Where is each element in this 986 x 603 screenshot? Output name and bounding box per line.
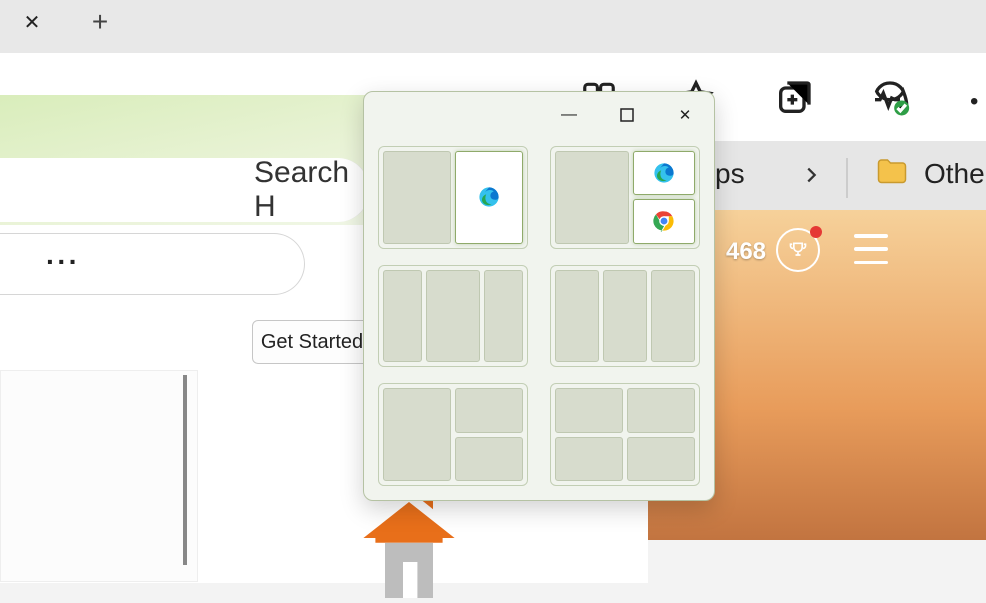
chevron-right-icon[interactable] xyxy=(800,160,822,198)
performance-icon[interactable] xyxy=(870,78,910,123)
new-tab-button[interactable]: + xyxy=(80,2,120,42)
snap-layouts-popup: — ✕ xyxy=(363,91,715,501)
snap-zone[interactable] xyxy=(555,270,599,363)
get-started-button[interactable]: Get Started xyxy=(252,320,372,364)
snap-zone[interactable] xyxy=(383,388,451,481)
other-bookmarks-label[interactable]: Othe xyxy=(924,158,985,190)
folder-icon[interactable] xyxy=(874,154,910,190)
hamburger-line xyxy=(854,247,888,251)
snap-zone[interactable] xyxy=(455,437,523,481)
edge-icon xyxy=(653,162,675,184)
page-preview xyxy=(0,370,198,582)
close-icon: ✕ xyxy=(679,106,692,124)
snap-zone[interactable] xyxy=(555,151,629,244)
more-button[interactable]: ··· xyxy=(46,246,80,278)
snap-zone[interactable] xyxy=(603,270,647,363)
close-tab-button[interactable]: ✕ xyxy=(18,8,46,36)
snap-zone[interactable] xyxy=(383,270,422,363)
get-started-label: Get Started xyxy=(261,331,363,354)
hamburger-line xyxy=(854,234,888,238)
minimize-button[interactable]: — xyxy=(540,92,598,138)
maximize-button[interactable] xyxy=(598,92,656,138)
snap-zone[interactable] xyxy=(627,437,695,481)
snap-layout-3colnarrow xyxy=(550,265,700,368)
snap-zone[interactable] xyxy=(555,437,623,481)
snap-zone-active[interactable] xyxy=(455,151,523,244)
preview-scrollbar[interactable] xyxy=(183,375,187,565)
overflow-menu[interactable]: • xyxy=(970,88,978,116)
snap-zone[interactable] xyxy=(651,270,695,363)
snap-zone[interactable] xyxy=(555,388,623,432)
search-input[interactable]: Search H xyxy=(0,158,370,222)
snap-zone[interactable] xyxy=(484,270,523,363)
hamburger-line xyxy=(854,261,888,265)
snap-layout-5050 xyxy=(378,146,528,249)
snap-layouts-grid xyxy=(378,146,700,486)
window-controls: — ✕ xyxy=(364,92,714,138)
snap-layout-3col xyxy=(378,265,528,368)
snap-layout-quad xyxy=(550,383,700,486)
minimize-icon: — xyxy=(561,106,577,124)
close-window-button[interactable]: ✕ xyxy=(656,92,714,138)
achievements-button[interactable] xyxy=(776,228,820,272)
snap-zone[interactable] xyxy=(426,270,480,363)
search-placeholder: Search H xyxy=(254,156,369,224)
snap-layout-bigleft-stack xyxy=(378,383,528,486)
bookmark-fragment[interactable]: ps xyxy=(715,158,745,190)
snap-zone[interactable] xyxy=(627,388,695,432)
snap-zone-preview[interactable] xyxy=(633,151,695,195)
snap-layout-big-2small xyxy=(550,146,700,249)
snap-zone[interactable] xyxy=(383,151,451,244)
snap-zone[interactable] xyxy=(455,388,523,432)
snap-zone-preview[interactable] xyxy=(633,199,695,243)
rewards-points[interactable]: 468 xyxy=(715,232,777,272)
tab-strip xyxy=(0,0,986,53)
menu-button[interactable] xyxy=(854,234,888,264)
chrome-icon xyxy=(653,210,675,232)
maximize-icon xyxy=(620,108,634,122)
edge-icon xyxy=(478,186,500,208)
bookmarks-divider xyxy=(846,158,848,198)
collections-icon[interactable] xyxy=(774,78,814,123)
trophy-icon xyxy=(788,240,808,260)
